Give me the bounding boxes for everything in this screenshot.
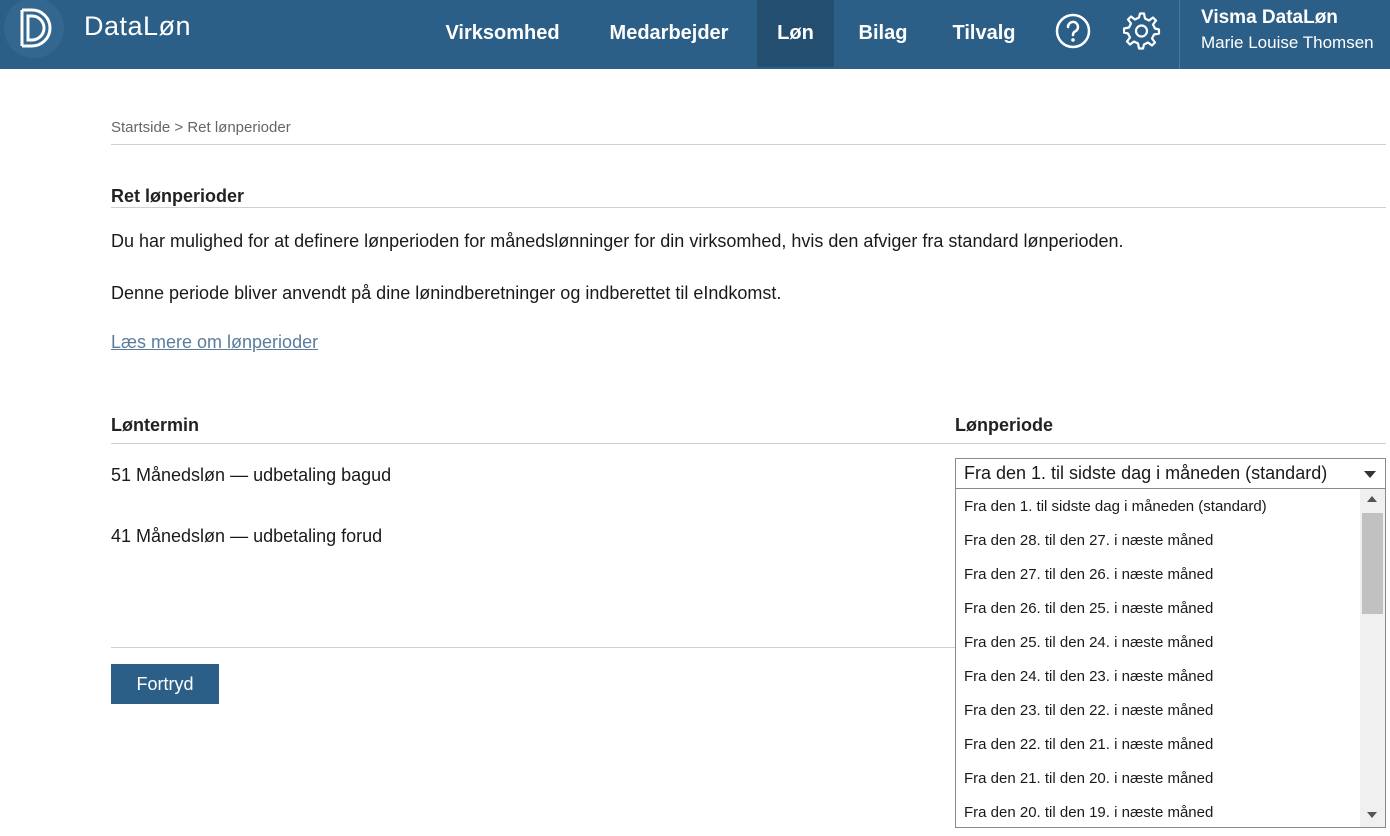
dropdown-option[interactable]: Fra den 26. til den 25. i næste måned xyxy=(964,600,1213,617)
dropdown-option[interactable]: Fra den 21. til den 20. i næste måned xyxy=(964,770,1213,787)
column-header-lontermin: Løntermin xyxy=(111,415,199,435)
scroll-down-arrow-icon[interactable] xyxy=(1367,812,1377,818)
section-divider xyxy=(111,207,1386,208)
help-circle-icon[interactable] xyxy=(1054,12,1092,50)
nav-medarbejder[interactable]: Medarbejder xyxy=(589,0,749,67)
description-paragraph-2: Denne periode bliver anvendt på dine løn… xyxy=(111,283,782,303)
breadcrumb-separator: > xyxy=(174,119,184,136)
footer-divider xyxy=(111,647,956,648)
breadcrumb-home[interactable]: Startside xyxy=(111,119,170,136)
nav-lon[interactable]: Løn xyxy=(757,0,834,67)
brand-name[interactable]: DataLøn xyxy=(84,11,191,42)
lonperiode-select[interactable]: Fra den 1. til sidste dag i måneden (sta… xyxy=(955,458,1386,489)
user-divider xyxy=(1179,0,1180,69)
nav-bilag[interactable]: Bilag xyxy=(842,0,924,67)
scroll-up-arrow-icon[interactable] xyxy=(1367,496,1377,502)
dropdown-option[interactable]: Fra den 25. til den 24. i næste måned xyxy=(964,634,1213,651)
top-navigation-bar: DataLøn Virksomhed Medarbejder Løn Bilag… xyxy=(0,0,1390,69)
column-header-lonperiode: Lønperiode xyxy=(955,415,1053,435)
breadcrumb-divider xyxy=(111,144,1386,145)
breadcrumb-current: Ret lønperioder xyxy=(187,119,291,136)
read-more-link[interactable]: Læs mere om lønperioder xyxy=(111,332,318,353)
dropdown-option[interactable]: Fra den 20. til den 19. i næste måned xyxy=(964,804,1213,821)
dropdown-option[interactable]: Fra den 1. til sidste dag i måneden (sta… xyxy=(964,498,1267,515)
dropdown-option[interactable]: Fra den 23. til den 22. i næste måned xyxy=(964,702,1213,719)
nav-virksomhed[interactable]: Virksomhed xyxy=(426,0,579,67)
description-paragraph-1: Du har mulighed for at definere lønperio… xyxy=(111,231,1124,251)
dropdown-option[interactable]: Fra den 22. til den 21. i næste måned xyxy=(964,736,1213,753)
user-organization[interactable]: Visma DataLøn xyxy=(1201,7,1338,29)
nav-tilvalg[interactable]: Tilvalg xyxy=(936,0,1032,67)
gear-icon[interactable] xyxy=(1123,12,1161,50)
breadcrumb: Startside > Ret lønperioder xyxy=(111,119,291,136)
lonperiode-select-value: Fra den 1. til sidste dag i måneden (sta… xyxy=(964,463,1328,483)
table-row-termin-51: 51 Månedsløn — udbetaling bagud xyxy=(111,465,392,485)
table-header-divider xyxy=(111,443,1386,444)
section-title: Ret lønperioder xyxy=(111,186,245,206)
dropdown-option[interactable]: Fra den 27. til den 26. i næste måned xyxy=(964,566,1213,583)
datalon-logo-icon[interactable] xyxy=(0,0,70,60)
dropdown-option[interactable]: Fra den 28. til den 27. i næste måned xyxy=(964,532,1213,549)
lonperiode-dropdown-list: Fra den 1. til sidste dag i måneden (sta… xyxy=(955,489,1386,828)
table-row-termin-41: 41 Månedsløn — udbetaling forud xyxy=(111,526,383,546)
user-name[interactable]: Marie Louise Thomsen xyxy=(1201,33,1374,53)
scrollbar-thumb[interactable] xyxy=(1362,513,1383,614)
dropdown-option[interactable]: Fra den 24. til den 23. i næste måned xyxy=(964,668,1213,685)
cancel-button[interactable]: Fortryd xyxy=(111,664,219,704)
dropdown-scrollbar[interactable] xyxy=(1360,489,1385,827)
chevron-down-icon[interactable] xyxy=(1364,471,1376,478)
